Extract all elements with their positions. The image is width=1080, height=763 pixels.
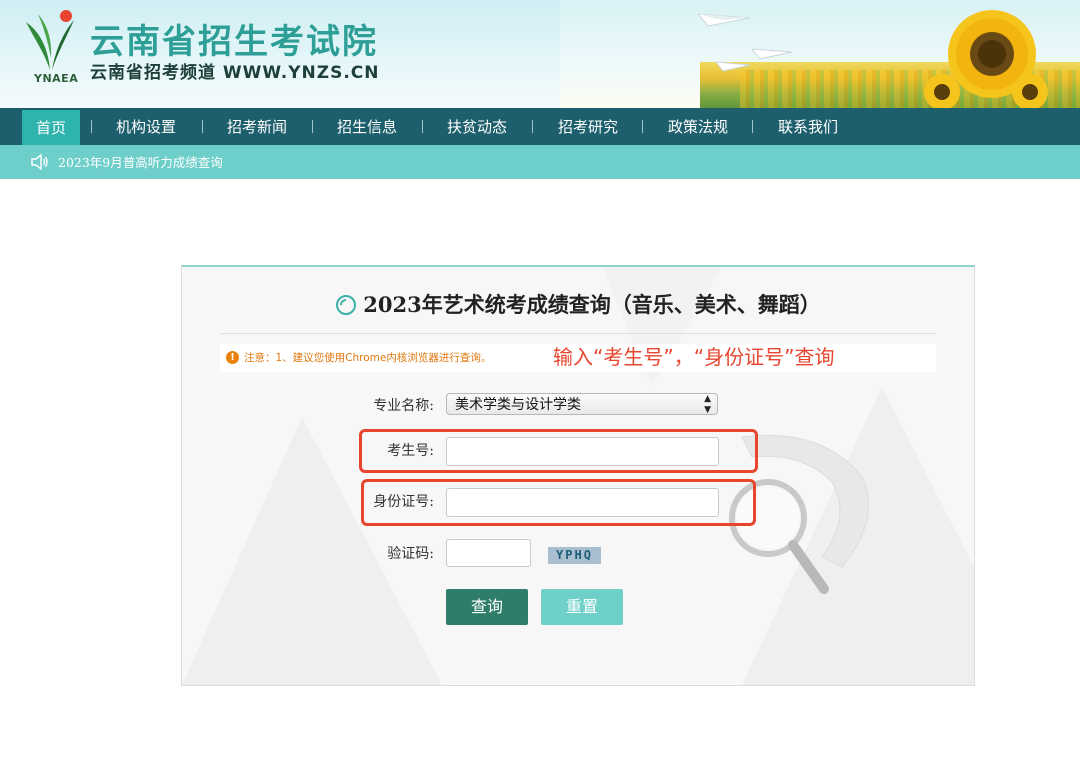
nav-separator [312,120,313,133]
nav-item-contact[interactable]: 联系我们 [778,108,838,145]
captcha-input[interactable] [446,539,531,567]
instruction-annotation: 输入“考生号”，“身份证号”查询 [553,345,835,369]
site-title: 云南省招生考试院 [90,22,378,62]
nav-separator [202,120,203,133]
captcha-image[interactable]: YPHQ [548,547,601,564]
tip-row: ! 注意：1、建议您使用Chrome内核浏览器进行查询。 输入“考生号”，“身份… [220,344,936,372]
header-banner: YNAEA 云南省招生考试院 云南省招考频道 WWW.YNZS.CN [0,0,1080,108]
captcha-label: 验证码: [387,546,434,562]
site-subtitle: 云南省招考频道 WWW.YNZS.CN [90,63,380,83]
notice-link[interactable]: 2023年9月普高听力成绩查询 [58,145,223,181]
nav-separator [642,120,643,133]
nav-item-news[interactable]: 招考新闻 [227,108,287,145]
nav-item-policies[interactable]: 政策法规 [668,108,728,145]
major-select[interactable]: 美术学类与设计学类 ▲ ▼ [446,393,718,415]
sunflower-image [1012,74,1048,108]
major-label: 专业名称: [373,398,434,414]
paper-plane-icon [716,61,750,72]
main-nav: 首页 机构设置 招考新闻 招生信息 扶贫动态 招考研究 政策法规 联系我们 [0,108,1080,145]
speaker-icon [31,154,48,170]
title-divider [220,333,936,334]
reset-button[interactable]: 重置 [541,589,623,625]
id-number-highlight [361,479,756,526]
form-title: 2023年艺术统考成绩查询（音乐、美术、舞蹈） [182,289,974,319]
query-button[interactable]: 查询 [446,589,528,625]
notice-bar: 2023年9月普高听力成绩查询 [0,145,1080,179]
select-arrows-icon: ▲ ▼ [704,394,711,415]
sunflower-image [924,74,960,108]
nav-item-organization[interactable]: 机构设置 [116,108,176,145]
paper-plane-icon [752,48,792,60]
nav-item-home[interactable]: 首页 [22,110,81,145]
exam-number-highlight [359,429,758,473]
logo-icon [26,10,74,70]
nav-item-research[interactable]: 招考研究 [558,108,618,145]
search-icon [336,295,357,315]
nav-item-admissions-info[interactable]: 招生信息 [337,108,397,145]
nav-separator [422,120,423,133]
warning-icon: ! [226,351,239,364]
nav-separator [91,120,92,133]
paper-plane-icon [698,13,750,27]
tip-text: 注意：1、建议您使用Chrome内核浏览器进行查询。 [244,352,492,364]
nav-item-poverty-relief[interactable]: 扶贫动态 [447,108,507,145]
major-select-value: 美术学类与设计学类 [455,397,581,413]
query-panel: 2023年艺术统考成绩查询（音乐、美术、舞蹈） ! 注意：1、建议您使用Chro… [181,265,975,686]
logo-text: YNAEA [34,72,79,85]
form-title-text: 2023年艺术统考成绩查询（音乐、美术、舞蹈） [363,292,821,317]
nav-separator [532,120,533,133]
nav-separator [752,120,753,133]
